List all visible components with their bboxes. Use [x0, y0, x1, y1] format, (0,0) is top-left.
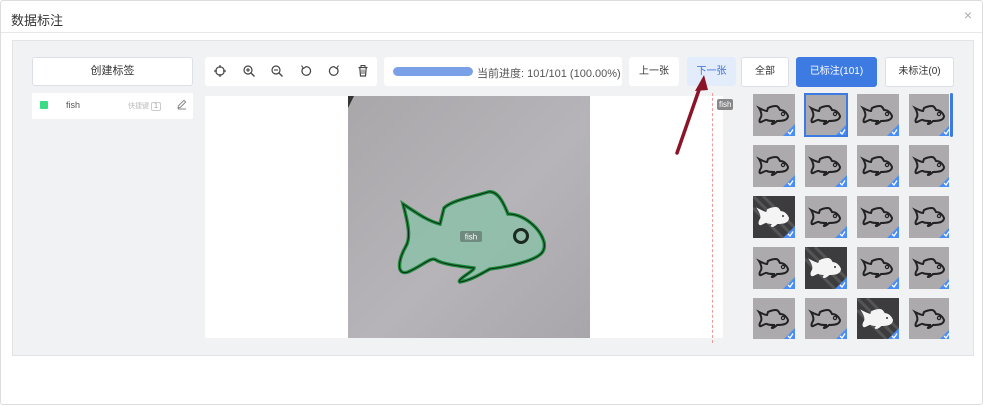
checkmark-icon [805, 247, 847, 289]
thumbnail-item[interactable] [857, 94, 899, 136]
checkmark-icon [909, 196, 949, 238]
hotkey-key: 1 [151, 102, 161, 111]
rotate-left-icon[interactable] [299, 64, 313, 78]
edit-icon[interactable] [176, 98, 188, 110]
thumbnail-item[interactable] [909, 247, 949, 289]
crosshair-icon[interactable] [213, 64, 227, 78]
thumbnail-item[interactable] [805, 247, 847, 289]
checkmark-icon [857, 94, 899, 136]
annotation-dialog: 数据标注 × 创建标签 fish 快捷键 1 当前进度: 101/101 (10… [0, 0, 983, 405]
thumbnail-item[interactable] [753, 94, 795, 136]
shape-label: fish [465, 233, 477, 242]
checkmark-icon [805, 145, 847, 187]
thumbnail-item[interactable] [753, 298, 795, 339]
title-divider [1, 32, 982, 33]
rotate-right-icon[interactable] [327, 64, 341, 78]
progress-fill [393, 67, 473, 76]
progress-indicator: 当前进度: 101/101 (100.00%) [384, 57, 622, 86]
checkmark-icon [909, 247, 949, 289]
thumbnail-item[interactable] [857, 298, 899, 339]
annotation-canvas[interactable]: fish [205, 96, 723, 338]
next-image-button[interactable]: 下一张 [687, 57, 736, 86]
checkmark-icon [753, 247, 795, 289]
progress-bar [393, 67, 473, 76]
checkmark-icon [805, 196, 847, 238]
checkmark-icon [909, 298, 949, 339]
dialog-title: 数据标注 [11, 13, 64, 28]
progress-text: 当前进度: 101/101 (100.00%) [477, 68, 621, 80]
zoom-in-icon[interactable] [242, 64, 256, 78]
checkmark-icon [753, 94, 795, 136]
checkmark-icon [753, 196, 795, 238]
thumbnail-item[interactable] [804, 93, 848, 137]
checkmark-icon [753, 145, 795, 187]
thumbnail-item[interactable] [909, 145, 949, 187]
thumbnail-item[interactable] [753, 196, 795, 238]
canvas-image[interactable]: fish [348, 96, 590, 338]
filter-unannotated-button[interactable]: 未标注(0) [885, 57, 954, 87]
checkmark-icon [857, 298, 899, 339]
canvas-toolbar [205, 57, 377, 86]
checkmark-icon [805, 94, 847, 136]
label-name: fish [66, 100, 81, 110]
checkmark-icon [753, 298, 795, 339]
thumbnail-item[interactable] [909, 298, 949, 339]
filter-annotated-button[interactable]: 已标注(101) [796, 57, 877, 87]
thumbnail-item[interactable] [805, 145, 847, 187]
thumbnail-grid [739, 93, 949, 339]
thumbnail-item[interactable] [857, 196, 899, 238]
zoom-out-icon[interactable] [270, 64, 284, 78]
checkmark-icon [805, 298, 847, 339]
filter-all-button[interactable]: 全部 [741, 57, 789, 87]
checkmark-icon [857, 196, 899, 238]
hotkey-text: 快捷键 [128, 103, 149, 110]
create-label-button[interactable]: 创建标签 [32, 57, 193, 86]
thumbnail-item[interactable] [909, 196, 949, 238]
thumbnail-item[interactable] [753, 247, 795, 289]
thumbnail-item[interactable] [857, 145, 899, 187]
label-item-fish[interactable]: fish 快捷键 1 [32, 93, 193, 119]
thumbnail-item[interactable] [909, 94, 949, 136]
preview-divider [712, 93, 713, 343]
workspace-panel: 创建标签 fish 快捷键 1 当前进度: 101/101 (100.00%) … [12, 40, 974, 356]
label-color-swatch [40, 101, 48, 109]
close-icon[interactable]: × [964, 7, 972, 23]
prev-image-button[interactable]: 上一张 [629, 57, 679, 86]
thumbnail-item[interactable] [753, 145, 795, 187]
cut-off-label: fish [717, 99, 734, 110]
label-hotkey: 快捷键 1 [128, 101, 161, 111]
checkmark-icon [857, 145, 899, 187]
thumbnail-scrollbar[interactable] [950, 93, 953, 137]
delete-icon[interactable] [356, 64, 370, 78]
checkmark-icon [857, 247, 899, 289]
thumbnail-item[interactable] [805, 196, 847, 238]
checkmark-icon [909, 145, 949, 187]
thumbnail-item[interactable] [857, 247, 899, 289]
checkmark-icon [909, 94, 949, 136]
thumbnail-item[interactable] [805, 298, 847, 339]
